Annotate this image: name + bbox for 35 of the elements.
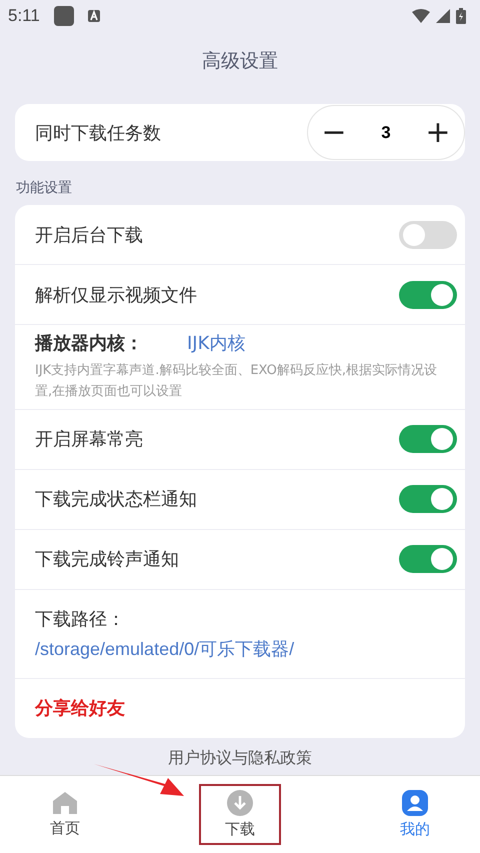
battery-icon	[456, 8, 466, 24]
download-path[interactable]: /storage/emulated/0/可乐下载器/	[35, 636, 294, 661]
setting-description: IJK支持内置字幕声道.解码比较全面、EXO解码反应快,根据实际情况设置,在播放页面也可以设置	[35, 362, 438, 401]
home-icon	[52, 790, 78, 815]
setting-label: 下载路径：	[35, 608, 125, 631]
toggle-switch[interactable]	[399, 485, 457, 514]
download-icon	[227, 790, 253, 816]
page-title: 高级设置	[201, 49, 279, 74]
setting-label: 解析仅显示视频文件	[35, 284, 197, 306]
setting-label: 播放器内核：	[35, 332, 143, 355]
notification-icon	[88, 10, 100, 22]
wifi-icon	[412, 9, 430, 23]
toggle-switch[interactable]	[399, 280, 457, 308]
nav-tab[interactable]: 首页	[24, 784, 106, 844]
kernel-option[interactable]: IJK内核	[187, 331, 246, 355]
nav-tab[interactable]: 下载	[199, 784, 281, 845]
nav-tab[interactable]: 我的	[374, 784, 456, 845]
profile-icon	[402, 790, 428, 816]
setting-label: 下载完成状态栏通知	[35, 488, 197, 512]
toggle-switch[interactable]	[399, 545, 457, 574]
toggle-switch[interactable]	[399, 220, 457, 248]
toggle-switch[interactable]	[399, 425, 457, 454]
setting-label: 开启后台下载	[35, 224, 143, 246]
signal-icon	[436, 9, 450, 23]
status-time: 5:11	[8, 6, 40, 26]
setting-label: 开启屏幕常亮	[35, 428, 143, 452]
decrement-button[interactable]: −	[316, 115, 352, 150]
privacy-link[interactable]: 用户协议与隐私政策	[168, 742, 312, 775]
section-title: 功能设置	[15, 179, 73, 198]
stepper-value: 3	[381, 122, 391, 142]
share-link[interactable]: 分享给好友	[35, 696, 125, 720]
increment-button[interactable]: +	[420, 115, 456, 150]
setting-label: 下载完成铃声通知	[35, 548, 179, 572]
setting-label: 同时下载任务数	[35, 122, 161, 144]
app-icon	[54, 6, 74, 26]
